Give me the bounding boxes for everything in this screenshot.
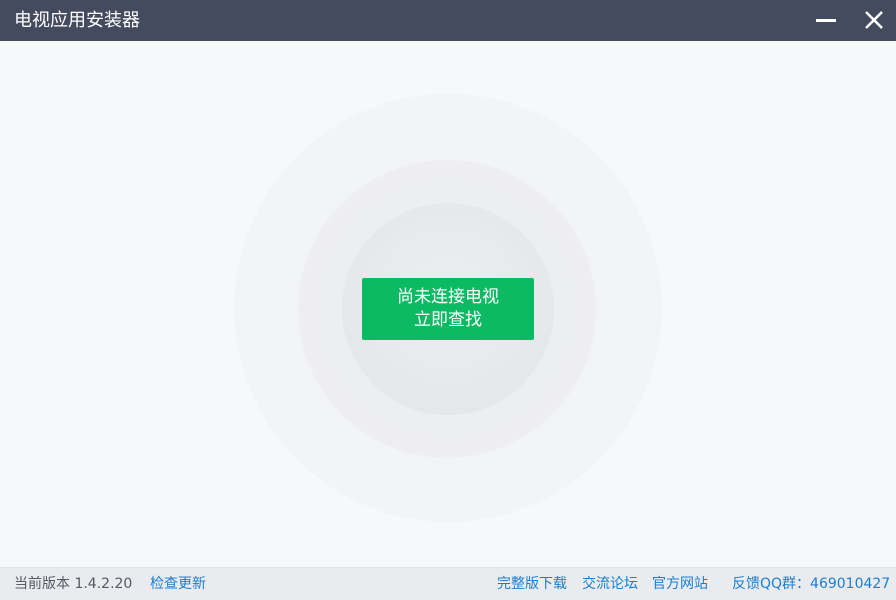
title-bar: 电视应用安装器 — [0, 0, 896, 41]
official-site-link[interactable]: 官方网站 — [652, 568, 708, 600]
window-title: 电视应用安装器 — [14, 10, 140, 31]
check-update-link[interactable]: 检查更新 — [150, 568, 206, 600]
connect-status-label: 尚未连接电视 — [397, 287, 499, 307]
find-now-label: 立即查找 — [414, 310, 482, 330]
full-download-link[interactable]: 完整版下载 — [497, 568, 567, 600]
minimize-icon — [816, 19, 836, 22]
close-button[interactable] — [853, 0, 893, 41]
version-label: 当前版本 1.4.2.20 — [14, 576, 133, 592]
main-content: 尚未连接电视 立即查找 — [0, 41, 896, 567]
find-tv-button[interactable]: 尚未连接电视 立即查找 — [362, 278, 534, 340]
feedback-qq-link[interactable]: 反馈QQ群：469010427 — [732, 568, 890, 600]
minimize-button[interactable] — [806, 0, 846, 41]
close-icon — [865, 11, 883, 29]
status-bar: 当前版本 1.4.2.20 检查更新 完整版下载 交流论坛 官方网站 反馈QQ群… — [0, 567, 896, 600]
forum-link[interactable]: 交流论坛 — [582, 568, 638, 600]
